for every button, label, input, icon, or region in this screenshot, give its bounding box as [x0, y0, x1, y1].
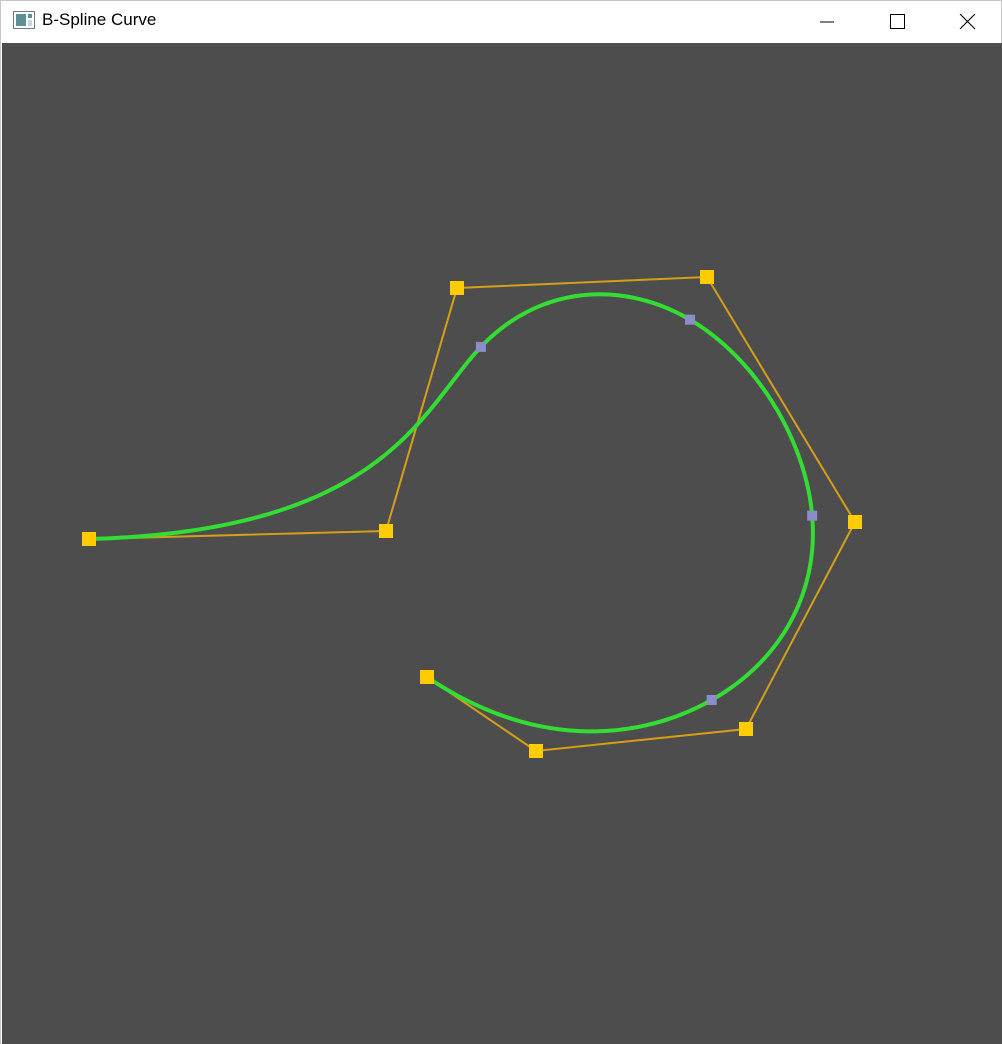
segment-joint-2 [685, 314, 695, 325]
close-icon [959, 14, 976, 30]
window-title: B-Spline Curve [42, 10, 157, 29]
control-point-4[interactable] [848, 515, 862, 529]
control-point-3[interactable] [700, 270, 714, 284]
close-button[interactable] [932, 1, 1002, 43]
app-window-icon [13, 11, 35, 29]
segment-joints [84, 314, 818, 705]
control-point-0[interactable] [82, 532, 96, 546]
minimize-icon [820, 21, 834, 23]
application-window: B-Spline Curve [0, 0, 1002, 1044]
title-bar[interactable]: B-Spline Curve [1, 1, 1001, 43]
control-point-1[interactable] [379, 524, 393, 538]
control-point-5[interactable] [739, 722, 753, 736]
control-points[interactable] [82, 270, 862, 758]
control-point-2[interactable] [450, 281, 464, 295]
minimize-button[interactable] [792, 1, 862, 43]
bspline-scene[interactable] [2, 43, 1002, 1044]
maximize-icon [890, 14, 905, 29]
drawing-canvas[interactable] [2, 43, 1002, 1044]
control-point-6[interactable] [529, 744, 543, 758]
segment-joint-3 [807, 510, 818, 521]
bspline-curve-path [88, 292, 815, 734]
bspline-curve [88, 292, 815, 734]
control-point-7[interactable] [420, 670, 434, 684]
maximize-button[interactable] [862, 1, 932, 43]
segment-joint-1 [475, 341, 486, 352]
segment-joint-4 [706, 695, 717, 705]
